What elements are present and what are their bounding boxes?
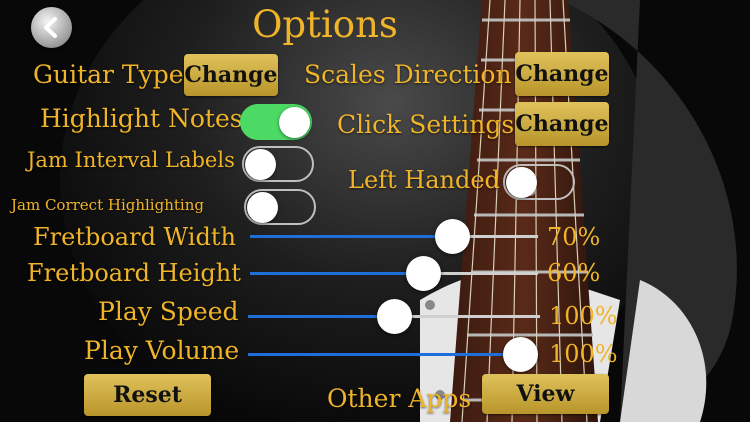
highlight-notes-label: Highlight Notes bbox=[40, 104, 243, 133]
slider-thumb[interactable] bbox=[405, 256, 441, 291]
jam-correct-highlighting-label: Jam Correct Highlighting bbox=[11, 196, 204, 214]
slider-thumb[interactable] bbox=[503, 337, 538, 372]
toggle-knob bbox=[245, 149, 276, 180]
back-button[interactable] bbox=[31, 7, 72, 48]
toggle-knob bbox=[247, 192, 278, 223]
scales-direction-label: Scales Direction bbox=[304, 60, 512, 89]
play-speed-label: Play Speed bbox=[98, 297, 239, 326]
slider-fill bbox=[250, 272, 423, 275]
jam-interval-labels-label: Jam Interval Labels bbox=[27, 148, 235, 172]
play-speed-value: 100% bbox=[549, 302, 618, 330]
scales-direction-change-button[interactable]: Change bbox=[515, 52, 609, 96]
slider-fill bbox=[250, 235, 452, 238]
fretboard-height-value: 60% bbox=[547, 259, 601, 287]
other-apps-view-button[interactable]: View bbox=[482, 374, 609, 414]
fretboard-height-label: Fretboard Height bbox=[27, 259, 241, 287]
slider-thumb[interactable] bbox=[434, 219, 470, 254]
play-speed-slider[interactable] bbox=[248, 299, 540, 334]
fretboard-height-slider[interactable] bbox=[250, 256, 538, 291]
back-arrow-icon bbox=[44, 17, 57, 38]
toggle-knob bbox=[506, 167, 537, 198]
fretboard-width-label: Fretboard Width bbox=[33, 223, 236, 251]
play-volume-slider[interactable] bbox=[248, 337, 538, 372]
reset-button[interactable]: Reset bbox=[84, 374, 211, 416]
other-apps-label: Other Apps bbox=[327, 384, 472, 413]
page-title: Options bbox=[252, 3, 398, 46]
fretboard-width-slider[interactable] bbox=[250, 219, 538, 254]
slider-fill bbox=[248, 315, 394, 318]
click-settings-change-button[interactable]: Change bbox=[515, 102, 609, 146]
fretboard-width-value: 70% bbox=[547, 223, 601, 251]
slider-fill bbox=[248, 353, 520, 356]
left-handed-toggle[interactable] bbox=[503, 164, 575, 200]
play-volume-label: Play Volume bbox=[84, 336, 240, 365]
highlight-notes-toggle[interactable] bbox=[240, 104, 312, 140]
left-handed-label: Left Handed bbox=[348, 166, 500, 194]
guitar-type-label: Guitar Type bbox=[33, 60, 184, 89]
play-volume-value: 100% bbox=[549, 340, 618, 368]
jam-interval-labels-toggle[interactable] bbox=[242, 146, 314, 182]
jam-correct-highlighting-toggle[interactable] bbox=[244, 189, 316, 225]
toggle-knob bbox=[279, 107, 310, 138]
guitar-type-change-button[interactable]: Change bbox=[184, 54, 278, 96]
click-settings-label: Click Settings bbox=[337, 110, 515, 139]
slider-thumb[interactable] bbox=[377, 299, 412, 334]
